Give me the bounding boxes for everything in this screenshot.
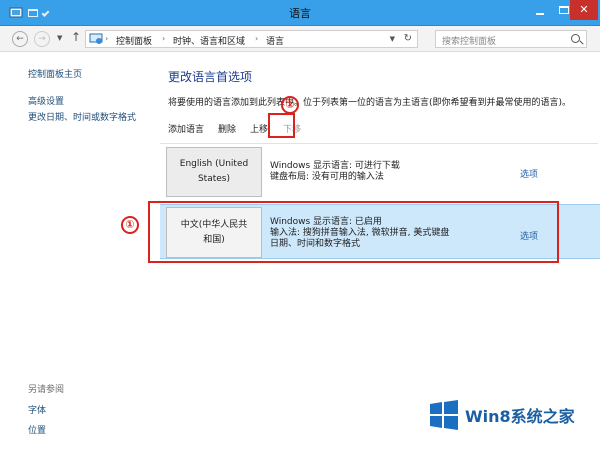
up-arrow-icon[interactable]: ↑: [71, 30, 81, 44]
forward-arrow-icon: →: [38, 34, 46, 44]
close-button[interactable]: ✕: [570, 0, 598, 20]
language-name-line: English (United: [179, 159, 249, 169]
refresh-icon[interactable]: ↻: [404, 33, 412, 44]
close-icon: ✕: [579, 3, 589, 16]
step-2-badge: ②: [281, 96, 299, 114]
navigation-bar: ← → ▼ ↑ › 控制面板 › 时钟、语言和区域 › 语言 ▼ ↻ 搜索控制面…: [0, 26, 600, 52]
add-language-button[interactable]: 添加语言: [168, 122, 204, 135]
toolbar-divider: [160, 143, 598, 144]
search-placeholder: 搜索控制面板: [442, 37, 497, 47]
step-1-badge: ①: [121, 216, 139, 234]
watermark: Win8系统之家: [420, 393, 598, 439]
see-also-heading: 另请参阅: [28, 385, 65, 395]
display-language-status: Windows 显示语言: 可进行下载: [270, 161, 400, 171]
breadcrumb-separator: ›: [255, 34, 259, 43]
windows-logo-icon: [430, 400, 458, 430]
minimize-icon: [536, 13, 544, 15]
language-options-link[interactable]: 选项: [520, 167, 538, 180]
advanced-settings-link[interactable]: 高级设置: [28, 94, 64, 107]
back-arrow-icon: ←: [16, 34, 24, 44]
move-up-button[interactable]: 上移: [250, 122, 268, 135]
page-description: 将要使用的语言添加到此列表中。位于列表第一位的语言为主语言(即你希望看到并最常使…: [168, 98, 572, 108]
minimize-button[interactable]: [528, 0, 552, 20]
breadcrumb-separator: ›: [162, 34, 166, 43]
language-list-item[interactable]: English (United States) Windows 显示语言: 可进…: [160, 145, 600, 199]
remove-language-button[interactable]: 删除: [218, 122, 236, 135]
watermark-text: Win8系统之家: [465, 407, 575, 426]
selected-language-highlight-box: [148, 201, 559, 263]
change-date-time-format-link[interactable]: 更改日期、时间或数字格式: [28, 110, 136, 123]
back-button[interactable]: ←: [12, 31, 28, 47]
language-name-line: States): [197, 174, 230, 184]
window-title: 语言: [289, 7, 311, 20]
title-bar: 语言 ✕: [0, 0, 600, 26]
language-details: Windows 显示语言: 可进行下载 键盘布局: 没有可用的输入法: [270, 161, 400, 183]
breadcrumb-control-panel[interactable]: 控制面板: [116, 34, 152, 47]
location-link[interactable]: 位置: [28, 423, 46, 436]
search-icon[interactable]: [571, 34, 580, 43]
move-up-highlight-box: [268, 113, 295, 138]
page-title: 更改语言首选项: [168, 70, 253, 84]
fonts-link[interactable]: 字体: [28, 403, 46, 416]
forward-button[interactable]: →: [34, 31, 50, 47]
breadcrumb-language[interactable]: 语言: [266, 34, 284, 47]
language-name-english[interactable]: English (United States): [166, 147, 262, 197]
control-panel-home-link[interactable]: 控制面板主页: [28, 67, 82, 80]
maximize-icon: [559, 6, 569, 14]
recent-pages-dropdown-icon[interactable]: ▼: [57, 34, 62, 42]
control-panel-breadcrumb-icon: [89, 33, 103, 44]
breadcrumb-separator: ›: [105, 34, 109, 43]
search-box[interactable]: 搜索控制面板: [435, 30, 587, 48]
address-dropdown-icon[interactable]: ▼: [390, 35, 395, 43]
keyboard-layout-status: 键盘布局: 没有可用的输入法: [270, 172, 384, 182]
address-bar[interactable]: › 控制面板 › 时钟、语言和区域 › 语言 ▼ ↻: [85, 30, 418, 48]
breadcrumb-clock-language-region[interactable]: 时钟、语言和区域: [173, 34, 245, 47]
